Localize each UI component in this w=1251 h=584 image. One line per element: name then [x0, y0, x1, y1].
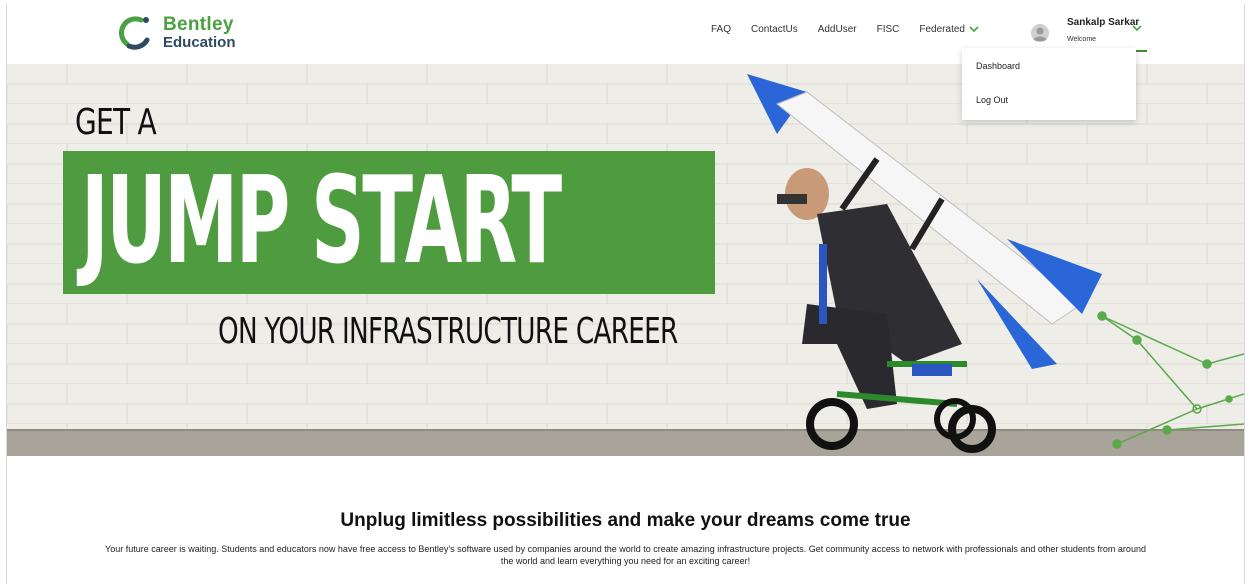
- nav-contact-us[interactable]: ContactUs: [751, 24, 798, 35]
- hero-text-get-a: GET A: [75, 102, 157, 143]
- nav-fisc[interactable]: FISC: [877, 24, 900, 35]
- content-description: Your future career is waiting. Students …: [105, 544, 1146, 566]
- content-headline: Unplug limitless possibilities and make …: [340, 510, 911, 531]
- dropdown-item-dashboard[interactable]: Dashboard: [976, 61, 1020, 71]
- hero-text-career: ON YOUR INFRASTRUCTURE CAREER: [218, 311, 678, 352]
- user-avatar[interactable]: [1031, 24, 1049, 42]
- nav-federated[interactable]: Federated: [919, 24, 979, 35]
- user-menu-chevron-down-icon[interactable]: [1132, 25, 1142, 32]
- user-name[interactable]: Sankalp Sarkar: [1067, 17, 1139, 28]
- dropdown-item-log-out[interactable]: Log Out: [976, 95, 1008, 105]
- logo-text-education: Education: [163, 34, 236, 51]
- logo-text-bentley: Bentley: [163, 14, 234, 35]
- hero-banner: GET A JUMP START ON YOUR INFRASTRUCTURE …: [7, 64, 1244, 456]
- bentley-education-logo[interactable]: Bentley Education: [117, 14, 257, 54]
- bentley-logo-icon: [119, 16, 150, 50]
- nav-federated-label: Federated: [919, 24, 965, 35]
- nav-faq[interactable]: FAQ: [711, 24, 731, 35]
- user-avatar-icon: [1033, 27, 1047, 41]
- hero-text-jump-start: JUMP START: [81, 152, 562, 291]
- user-welcome-label: Welcome: [1067, 36, 1097, 43]
- user-dropdown-menu: Dashboard Log Out: [962, 48, 1136, 120]
- nav-add-user[interactable]: AddUser: [818, 24, 857, 35]
- chevron-down-icon: [969, 26, 979, 33]
- main-nav: FAQ ContactUs AddUser FISC Federated: [711, 24, 999, 35]
